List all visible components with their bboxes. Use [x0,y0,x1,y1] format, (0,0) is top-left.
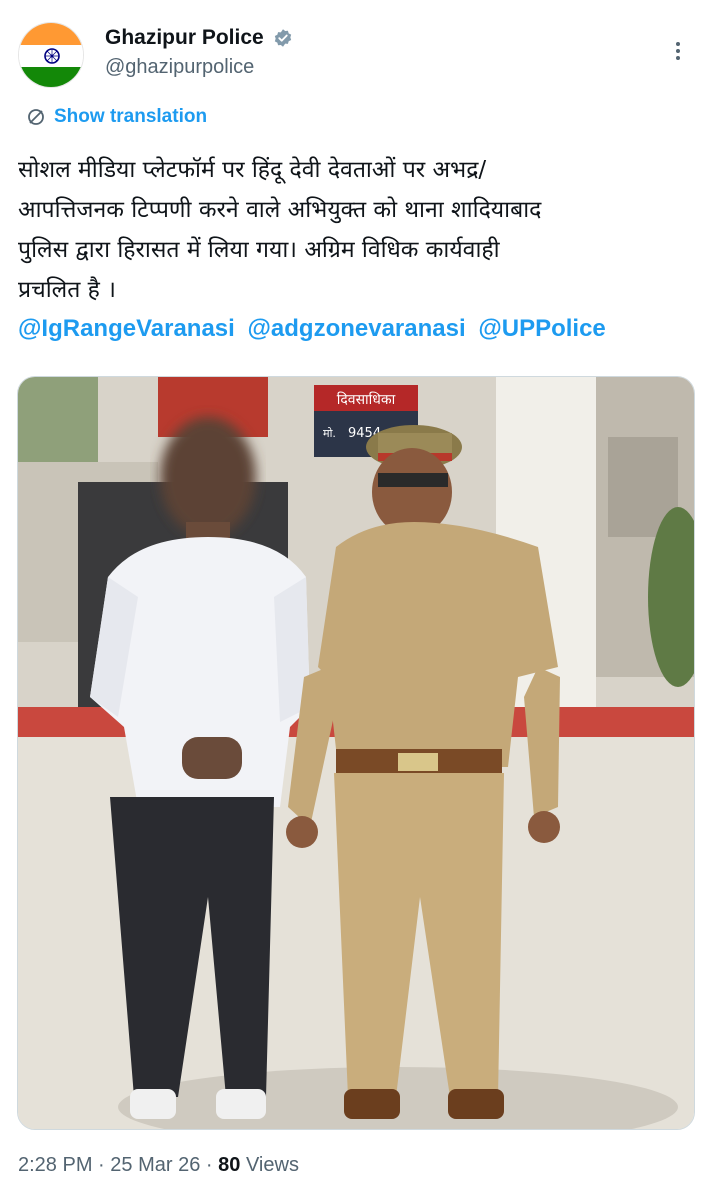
sign-board-title: दिवसाधिका [337,391,396,408]
tweet-date[interactable]: 25 Mar 26 [110,1154,200,1176]
photo-two-men-standing: दिवसाधिका मो. 9454 [18,377,694,1129]
tweet-text-line: सोशल मीडिया प्लेटफॉर्म पर हिंदू देवी देव… [18,157,487,183]
tweet-meta: 2:28 PM · 25 Mar 26 · 80 Views [18,1154,299,1177]
more-options-icon[interactable] [668,36,688,66]
tweet-header: Ghazipur Police @ghazipurpolice [18,22,692,92]
account-avatar[interactable] [18,22,84,88]
mention-link[interactable]: @UPPolice [478,315,605,342]
tweet-mentions: @IgRangeVaranasi @adgzonevaranasi @UPPol… [18,309,694,349]
tweet-text: सोशल मीडिया प्लेटफॉर्म पर हिंदू देवी देव… [18,150,694,310]
views-count: 80 [218,1154,241,1176]
indian-flag-icon [19,23,83,87]
meta-separator: · [205,1154,213,1176]
show-translation-label: Show translation [54,106,208,127]
tweet-text-line: पुलिस द्वारा हिरासत में लिया गया। अग्रिम… [18,237,500,263]
translate-icon [28,109,44,125]
account-display-name[interactable]: Ghazipur Police [105,26,264,50]
account-handle[interactable]: @ghazipurpolice [105,56,293,79]
mention-link[interactable]: @IgRangeVaranasi [18,315,235,342]
tweet-text-line: आपत्तिजनक टिप्पणी करने वाले अभियुक्त को … [18,197,542,223]
mention-link[interactable]: @adgzonevaranasi [248,315,466,342]
tweet-time[interactable]: 2:28 PM [18,1154,92,1176]
meta-separator: · [98,1154,105,1176]
show-translation-button[interactable]: Show translation [26,106,207,128]
views-label: Views [245,1154,299,1176]
tweet-photo[interactable]: दिवसाधिका मो. 9454 [17,376,695,1130]
tweet-text-line: प्रचलित है । [18,277,116,303]
sign-board-prefix: मो. [323,427,336,440]
verified-badge-icon [274,29,292,47]
